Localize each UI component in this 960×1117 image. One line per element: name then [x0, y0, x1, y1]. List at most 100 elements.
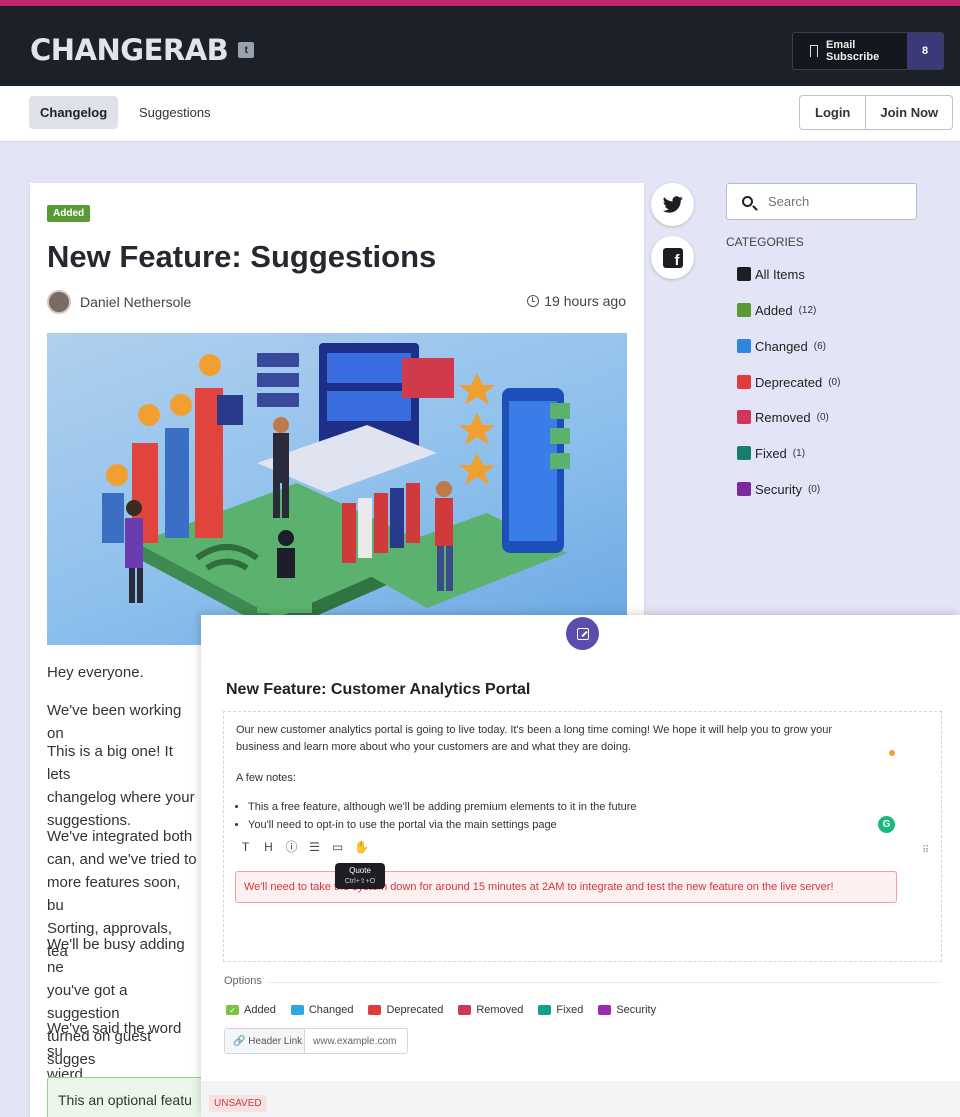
category-label: All Items — [755, 266, 805, 282]
checkbox-icon[interactable] — [598, 1005, 612, 1015]
auth-buttons: Login Join Now — [799, 95, 954, 130]
join-now-button[interactable]: Join Now — [865, 96, 952, 129]
category-swatch — [737, 375, 751, 389]
category-label: Added — [755, 302, 793, 318]
logo[interactable]: CHANGE RAB t — [30, 30, 255, 70]
notes-list: This a free feature, although we'll be a… — [236, 798, 637, 834]
edit-icon — [576, 627, 589, 640]
list-item: This a free feature, although we'll be a… — [248, 798, 637, 816]
category-deprecated[interactable]: Deprecated (0) — [737, 372, 840, 392]
tooltip-title: Quote — [349, 866, 371, 875]
search-input[interactable] — [768, 194, 898, 209]
category-label: Fixed — [755, 445, 787, 461]
option-label: Fixed — [556, 1004, 584, 1016]
categories-heading: CATEGORIES — [726, 235, 804, 249]
subscriber-count: 8 — [907, 33, 943, 69]
post-paragraph: Hey everyone. — [47, 664, 144, 681]
category-added[interactable]: Added (12) — [737, 300, 816, 320]
quote-tool-icon[interactable]: ✋ — [354, 840, 369, 854]
options-divider — [269, 982, 939, 983]
logo-text-right: RAB — [162, 33, 229, 67]
link-icon: 🔗 — [233, 1035, 249, 1047]
grammarly-icon[interactable]: G — [878, 816, 895, 833]
category-swatch — [737, 482, 751, 496]
image-tool-icon[interactable]: ▭ — [331, 840, 344, 854]
category-label: Changed — [755, 338, 808, 354]
author-avatar — [47, 290, 71, 314]
unsaved-badge: UNSAVED — [209, 1095, 267, 1112]
info-tool-icon[interactable]: ⓘ — [285, 838, 298, 855]
optional-feature-note: This an optional featu — [47, 1077, 227, 1117]
option-fixed[interactable]: Fixed — [538, 1004, 583, 1016]
option-changed[interactable]: Changed — [290, 1004, 354, 1016]
status-dot — [889, 750, 895, 756]
option-label: Removed — [476, 1004, 524, 1016]
category-security[interactable]: Security (0) — [737, 479, 820, 499]
hero-illustration — [47, 333, 627, 645]
option-removed[interactable]: Removed — [458, 1004, 523, 1016]
category-badge[interactable]: Added — [47, 205, 91, 222]
notes-label: A few notes: — [236, 772, 296, 784]
time-label: 19 hours ago — [544, 293, 626, 309]
checkbox-icon[interactable] — [290, 1005, 304, 1015]
body-line: Our new customer analytics portal is goi… — [236, 724, 832, 736]
post-paragraph: We've said the word su wierd... — [47, 1020, 182, 1083]
email-subscribe-button[interactable]: Email Subscribe 8 — [792, 32, 944, 70]
quote-tooltip: Quote Ctrl+⇧+O — [335, 863, 385, 889]
checkbox-icon[interactable] — [538, 1005, 552, 1015]
login-button[interactable]: Login — [800, 96, 865, 129]
header-link-input[interactable]: www.example.com — [305, 1029, 407, 1053]
body-line: business and learn more about who your c… — [236, 741, 632, 753]
top-bar: CHANGE RAB t Email Subscribe 8 — [0, 0, 960, 86]
category-label: Security — [755, 481, 802, 497]
text-tool-icon[interactable]: T — [239, 840, 252, 854]
post-paragraph: We've been working on — [47, 702, 182, 742]
category-label: Removed — [755, 409, 811, 425]
header-link-label: 🔗 Header Link — [225, 1029, 305, 1053]
list-tool-icon[interactable]: ☰ — [308, 840, 321, 854]
category-all-items[interactable]: All Items — [737, 264, 805, 284]
edit-button[interactable] — [566, 617, 599, 650]
block-toolbar: T H ⓘ ☰ ▭ ✋ — [239, 838, 369, 855]
tab-changelog[interactable]: Changelog — [29, 96, 119, 129]
search-box[interactable] — [726, 183, 917, 220]
option-added[interactable]: ✓ Added — [226, 1004, 276, 1016]
category-swatch — [737, 303, 751, 317]
checkbox-icon[interactable] — [458, 1005, 472, 1015]
category-swatch — [737, 267, 751, 281]
category-count: (6) — [813, 340, 827, 352]
category-swatch — [737, 446, 751, 460]
list-item: You'll need to opt-in to use the portal … — [248, 816, 637, 834]
subscribe-label: Email Subscribe — [826, 39, 880, 63]
illustration-svg — [102, 343, 570, 633]
category-count: (1) — [792, 447, 806, 459]
post-paragraph: This is a big one! It lets changelog whe… — [47, 743, 195, 829]
checkbox-icon[interactable] — [368, 1005, 382, 1015]
option-deprecated[interactable]: Deprecated — [368, 1004, 443, 1016]
category-swatch — [737, 410, 751, 424]
twitter-small-icon[interactable]: t — [238, 42, 255, 58]
editor-body[interactable]: Our new customer analytics portal is goi… — [223, 711, 942, 962]
category-count: (12) — [798, 304, 817, 316]
author-name: Daniel Nethersole — [80, 294, 192, 310]
checkbox-checked-icon[interactable]: ✓ — [226, 1005, 239, 1015]
category-count: (0) — [828, 376, 841, 388]
heading-tool-icon[interactable]: H — [262, 840, 275, 854]
option-label: Deprecated — [386, 1004, 444, 1016]
editor-title[interactable]: New Feature: Customer Analytics Portal — [226, 681, 530, 699]
twitter-share-button[interactable] — [651, 183, 694, 226]
category-count: (0) — [816, 411, 829, 423]
option-security[interactable]: Security — [598, 1004, 656, 1016]
facebook-icon: f — [662, 247, 683, 268]
logo-text-left: CHANGE — [30, 33, 163, 67]
category-count: (0) — [807, 483, 821, 495]
facebook-share-button[interactable]: f — [651, 236, 694, 279]
category-removed[interactable]: Removed (0) — [737, 407, 829, 427]
category-fixed[interactable]: Fixed (1) — [737, 443, 805, 463]
category-changed[interactable]: Changed (6) — [737, 336, 826, 356]
tooltip-shortcut: Ctrl+⇧+O — [344, 878, 376, 885]
drag-handle-icon[interactable]: ⠿ — [922, 845, 929, 856]
option-label: Changed — [308, 1004, 354, 1016]
category-options: ✓ Added Changed Deprecated Removed Fixed… — [226, 1004, 656, 1016]
tab-suggestions[interactable]: Suggestions — [128, 96, 222, 129]
